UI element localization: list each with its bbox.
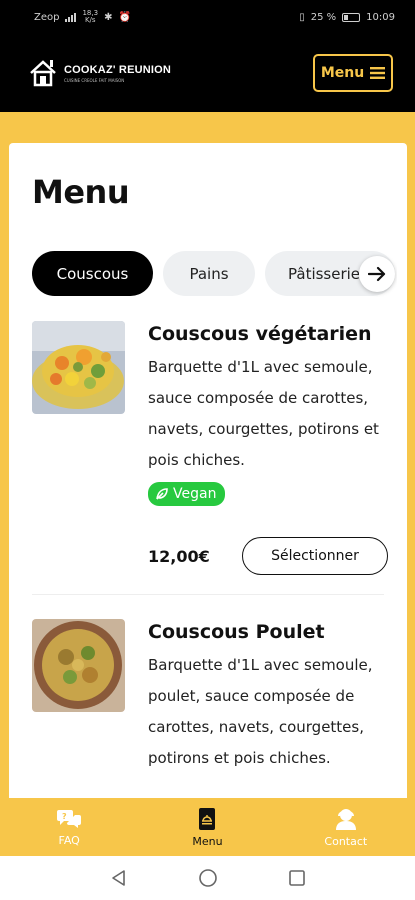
menu-button[interactable]: Menu	[313, 54, 393, 92]
item-price: 12,00€	[148, 546, 210, 566]
tab-pains[interactable]: Pains	[163, 251, 255, 296]
item-name: Couscous Poulet	[148, 621, 325, 643]
tab-couscous[interactable]: Couscous	[32, 251, 153, 296]
brand-name: COOKAZ' REUNION	[64, 63, 172, 76]
menu-card: Menu Couscous Pains Pâtisseries Couscous…	[9, 143, 407, 803]
nav-item-menu[interactable]: Menu	[138, 798, 276, 856]
arrow-right-icon	[368, 266, 386, 282]
hamburger-icon	[370, 67, 386, 79]
nav-item-contact[interactable]: Contact	[277, 798, 415, 856]
brand-logo[interactable]: COOKAZ' REUNION CUISINE CREOLE FAIT MAIS…	[28, 58, 171, 88]
menu-icon	[199, 807, 216, 830]
clock: 10:09	[366, 11, 395, 23]
tabs-scroll-right-button[interactable]	[359, 256, 395, 292]
battery-percent: 25 %	[310, 11, 337, 23]
svg-text:?: ?	[62, 812, 67, 821]
house-logo-icon	[30, 60, 56, 87]
status-bar: Zeop 18,3 K/s ✱ ⏰ ▯ 25 % 10:09	[0, 0, 415, 34]
item-divider	[32, 594, 384, 595]
couscous-vegetarien-image[interactable]	[32, 321, 125, 414]
back-icon[interactable]	[110, 869, 128, 887]
recents-icon[interactable]	[288, 869, 306, 887]
home-icon[interactable]	[198, 868, 218, 888]
network-speed: 18,3 K/s	[82, 9, 99, 24]
bottom-navigation: ? FAQ Menu Contact	[0, 798, 415, 856]
item-name: Couscous végétarien	[148, 323, 372, 345]
carrier-label: Zeop	[34, 11, 60, 23]
item-description: Barquette d'1L avec semoule, poulet, sau…	[148, 656, 373, 767]
couscous-poulet-image[interactable]	[32, 619, 125, 712]
list-item: Couscous végétarien Barquette d'1L avec …	[32, 321, 388, 575]
category-tabs: Couscous Pains Pâtisseries	[32, 251, 397, 297]
signal-icon	[65, 12, 77, 22]
leaf-icon	[156, 488, 168, 500]
select-button[interactable]: Sélectionner	[242, 537, 388, 575]
vegan-badge: Vegan	[148, 482, 226, 506]
system-navigation-bar	[0, 856, 415, 900]
vibrate-icon: ▯	[299, 11, 305, 23]
app-header: COOKAZ' REUNION CUISINE CREOLE FAIT MAIS…	[0, 34, 415, 112]
item-description: Barquette d'1L avec semoule, sauce compo…	[148, 358, 379, 469]
nav-item-faq[interactable]: ? FAQ	[0, 798, 138, 856]
contact-icon	[335, 808, 356, 830]
bluetooth-icon: ✱	[104, 11, 113, 23]
brand-tagline: CUISINE CREOLE FAIT MAISON	[64, 77, 125, 83]
alarm-icon: ⏰	[118, 11, 131, 23]
battery-icon	[342, 12, 361, 22]
list-item: Couscous Poulet Barquette d'1L avec semo…	[32, 619, 384, 803]
page-title: Menu	[32, 173, 130, 211]
faq-icon: ?	[57, 809, 82, 828]
